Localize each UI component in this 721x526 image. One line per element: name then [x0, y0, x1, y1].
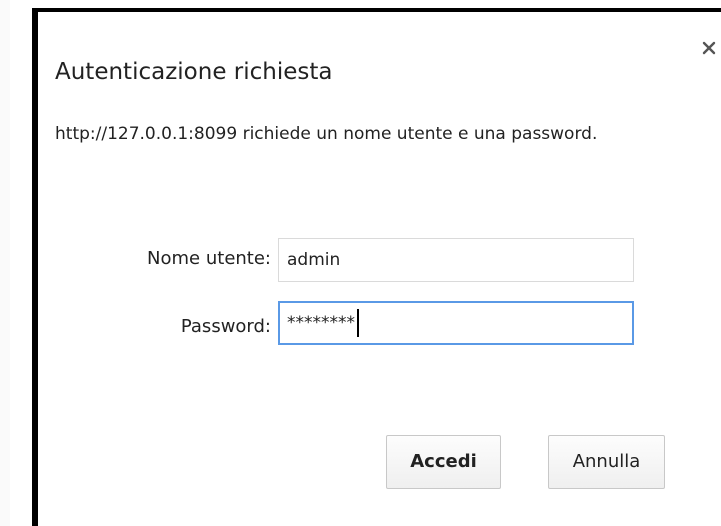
username-value: admin [287, 250, 341, 270]
close-icon [702, 41, 716, 55]
dialog-message: http://127.0.0.1:8099 richiede un nome u… [55, 124, 598, 144]
password-label: Password: [180, 316, 271, 337]
username-label: Nome utente: [147, 248, 271, 269]
username-field[interactable]: admin [278, 238, 634, 282]
text-caret [357, 309, 359, 337]
password-value: ******** [287, 313, 355, 333]
auth-dialog: Autenticazione richiesta http://127.0.0.… [32, 8, 721, 526]
login-button[interactable]: Accedi [386, 435, 501, 489]
dialog-title: Autenticazione richiesta [55, 59, 333, 85]
close-button[interactable] [697, 36, 721, 60]
password-field[interactable]: ******** [278, 301, 634, 345]
backdrop [0, 0, 10, 526]
cancel-button[interactable]: Annulla [548, 435, 665, 489]
page: Autenticazione richiesta http://127.0.0.… [0, 0, 721, 526]
